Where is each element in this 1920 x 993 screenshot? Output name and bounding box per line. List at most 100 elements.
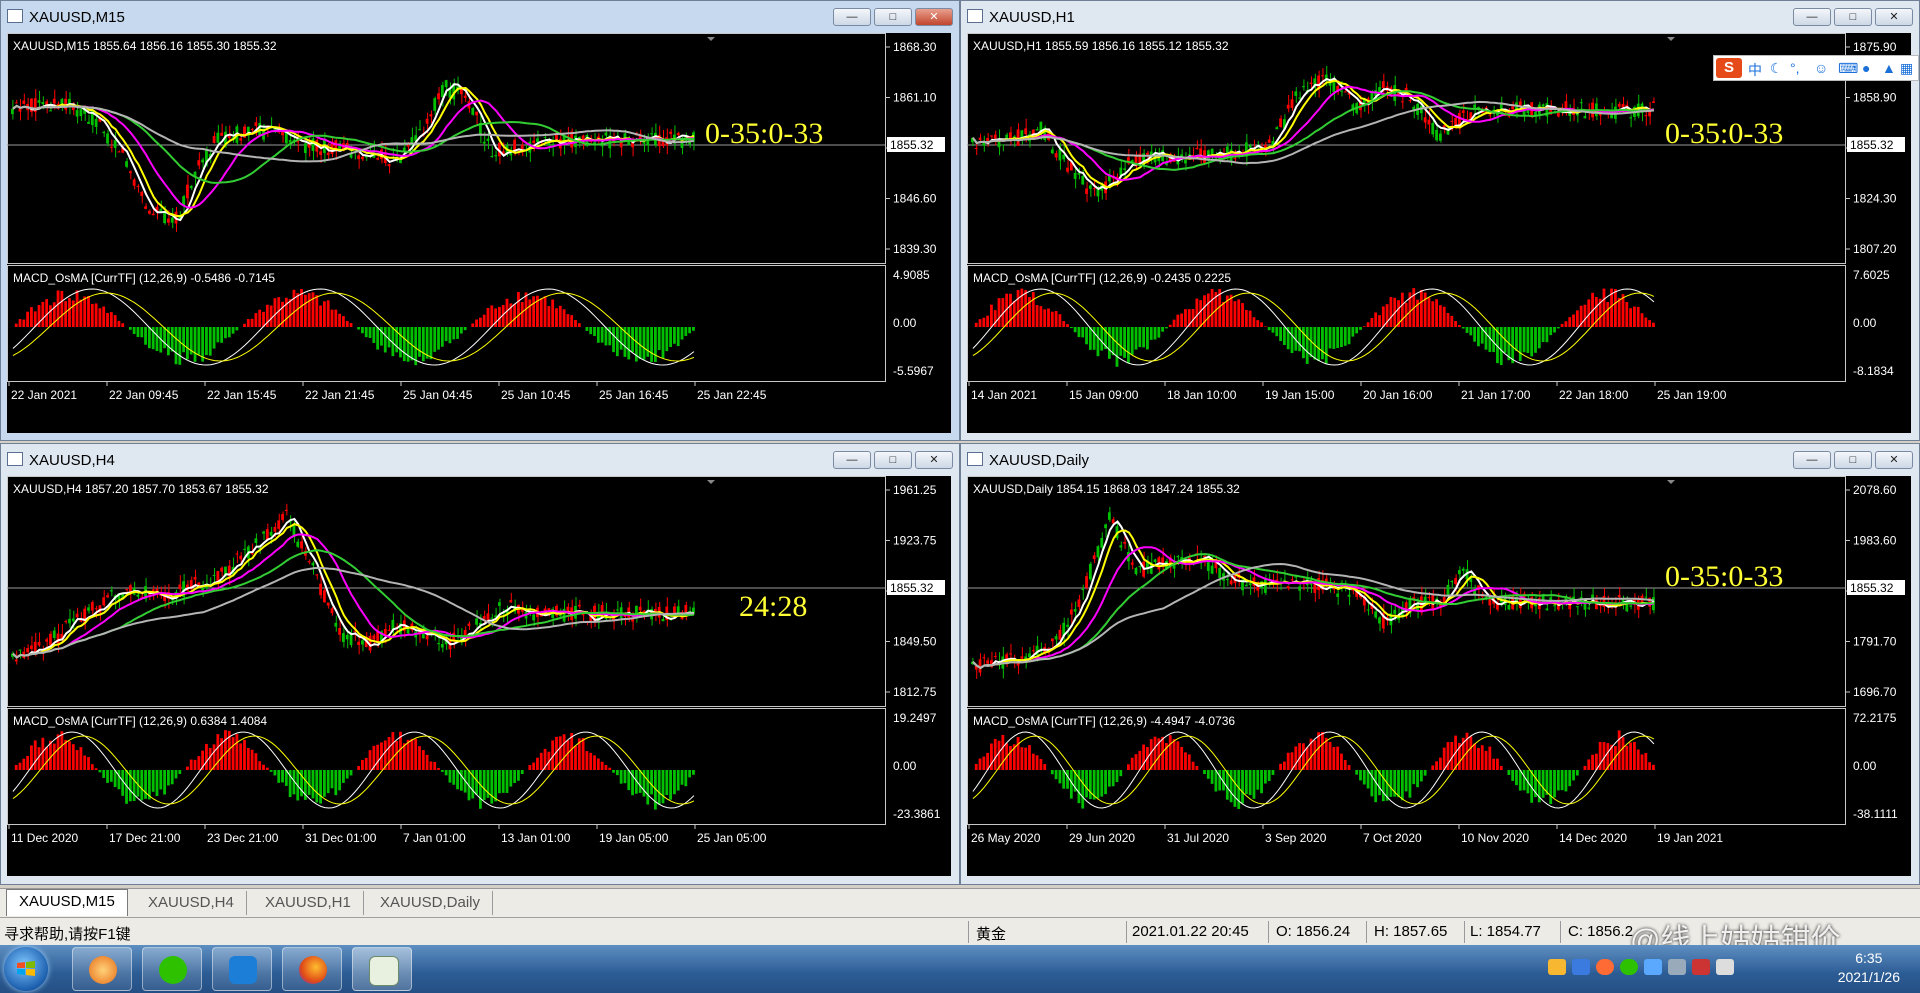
candle-body (1290, 579, 1294, 581)
start-button[interactable] (4, 947, 48, 991)
chart-info: XAUUSD,Daily 1854.15 1868.03 1847.24 185… (973, 482, 1240, 496)
candle-body (1343, 91, 1347, 93)
taskbar-app-wechat[interactable] (142, 947, 202, 991)
macd-histogram-bar (1279, 763, 1282, 770)
chart-window-m15[interactable]: XAUUSD,M15 —□✕ 1868.301861.101853.801846… (0, 0, 960, 441)
candle-body (106, 133, 109, 144)
price-chart[interactable]: 2078.601983.601888.601791.701696.701855.… (967, 476, 1911, 876)
menu-grid-icon[interactable]: ▦ (1900, 60, 1913, 77)
punctuation-icon[interactable]: °, (1790, 60, 1800, 76)
tab-xauusd-m15[interactable]: XAUUSD,M15 (6, 889, 128, 916)
title-bar[interactable]: XAUUSD,H4 — □ ✕ (1, 444, 959, 476)
macd-tick-label: 0.00 (893, 759, 917, 773)
macd-histogram-bar (1629, 742, 1633, 770)
title-bar[interactable]: XAUUSD,M15 — □ ✕ (1, 1, 959, 33)
price-chart[interactable]: 1868.301861.101853.801846.601839.301855.… (7, 33, 951, 433)
candle-body (1028, 653, 1031, 658)
taskbar-app-firefox[interactable] (282, 947, 342, 991)
chart-window-h4[interactable]: XAUUSD,H4 —□✕ 1961.251923.751887.001849.… (0, 443, 960, 885)
minimize-button[interactable]: — (833, 8, 871, 26)
close-button[interactable]: ✕ (915, 8, 953, 26)
volume-muted-icon[interactable] (1692, 959, 1710, 975)
macd-histogram-bar (1427, 297, 1431, 327)
macd-histogram-bar (653, 327, 657, 362)
close-button[interactable]: ✕ (1875, 451, 1913, 469)
system-clock[interactable]: 6:35 2021/1/26 (1838, 949, 1900, 987)
macd-histogram-bar (1488, 746, 1492, 770)
chart-window-icon (7, 9, 23, 23)
time-tick-label: 15 Jan 09:00 (1069, 388, 1139, 402)
macd-histogram-bar (1066, 324, 1069, 327)
macd-histogram-bar (1047, 308, 1050, 327)
system-tray: 6:35 2021/1/26 (1540, 945, 1920, 993)
price-tick-label: 1839.30 (893, 242, 937, 256)
candle-body (189, 186, 193, 189)
macd-histogram-bar (1229, 294, 1233, 327)
shield-icon[interactable] (1644, 959, 1662, 975)
microphone-icon[interactable]: ● (1862, 60, 1870, 76)
taskbar-app-trading-terminal[interactable] (352, 947, 412, 991)
emoji-icon[interactable]: ☺ (1814, 60, 1828, 76)
tab-xauusd-h1[interactable]: XAUUSD,H1 (253, 891, 364, 915)
wechat-tray-icon[interactable] (1620, 959, 1638, 975)
title-bar[interactable]: XAUUSD,H1 — □ ✕ (961, 1, 1919, 33)
candle-body (87, 607, 90, 611)
macd-histogram-bar (1214, 770, 1218, 792)
candle-body (90, 602, 94, 611)
minimize-button[interactable]: — (1793, 8, 1831, 26)
macd-histogram-bar (1564, 321, 1568, 327)
signal-icon[interactable] (1716, 959, 1734, 975)
macd-histogram-bar (1241, 770, 1244, 804)
macd-histogram-bar (1556, 770, 1560, 791)
keyboard-icon[interactable]: ⌨ (1838, 60, 1858, 77)
macd-histogram-bar (349, 323, 353, 327)
candle-body (106, 595, 109, 598)
candle-body (661, 618, 665, 622)
maximize-button[interactable]: □ (874, 8, 912, 26)
moon-icon[interactable]: ☾ (1770, 60, 1783, 77)
taskbar-app-notes[interactable] (212, 947, 272, 991)
skin-icon[interactable]: ▲ (1882, 60, 1896, 76)
tab-xauusd-h4[interactable]: XAUUSD,H4 (136, 891, 247, 915)
bar-countdown: 0-35:0-33 (1665, 117, 1783, 150)
candle-body (334, 622, 338, 627)
candle-body (486, 138, 490, 141)
macd-histogram-bar (235, 327, 239, 331)
ime-lang-toggle[interactable]: 中 (1748, 60, 1762, 80)
tray-app-icon[interactable] (1596, 959, 1614, 975)
taskbar-app-browser[interactable] (72, 947, 132, 991)
macd-histogram-bar (1640, 313, 1644, 327)
price-chart[interactable]: 1961.251923.751887.001849.501812.751855.… (7, 476, 951, 876)
tray-app-icon[interactable] (1572, 959, 1590, 975)
sogou-logo-icon[interactable]: S (1716, 58, 1742, 78)
candle-body (1100, 537, 1104, 548)
close-button[interactable]: ✕ (915, 451, 953, 469)
macd-histogram-bar (585, 751, 589, 770)
maximize-button[interactable]: □ (1834, 451, 1872, 469)
candle-body (212, 136, 216, 143)
macd-histogram-bar (265, 767, 269, 770)
minimize-button[interactable]: — (833, 451, 871, 469)
price-chart[interactable]: 1875.901858.901841.401824.301807.201855.… (967, 33, 1911, 433)
close-button[interactable]: ✕ (1875, 8, 1913, 26)
macd-histogram-bar (186, 327, 189, 360)
pen-icon (229, 956, 257, 984)
network-icon[interactable] (1668, 959, 1686, 975)
chart-window-daily[interactable]: XAUUSD,Daily —□✕ 2078.601983.601888.6017… (960, 443, 1920, 885)
macd-histogram-bar (692, 327, 695, 331)
macd-histogram-bar (1263, 770, 1267, 784)
macd-histogram-bar (208, 327, 212, 356)
macd-histogram-bar (604, 764, 608, 770)
maximize-button[interactable]: □ (874, 451, 912, 469)
minimize-button[interactable]: — (1793, 451, 1831, 469)
tray-app-icon[interactable] (1548, 959, 1566, 975)
tab-xauusd-daily[interactable]: XAUUSD,Daily (368, 891, 494, 915)
macd-histogram-bar (1336, 327, 1340, 348)
title-bar[interactable]: XAUUSD,Daily — □ ✕ (961, 444, 1919, 476)
macd-histogram-bar (1477, 327, 1480, 347)
ime-toolbar[interactable]: S 中 ☾ °, ☺ ⌨ ● ▲ ▦ (1713, 55, 1919, 81)
maximize-button[interactable]: □ (1834, 8, 1872, 26)
macd-histogram-bar (197, 756, 201, 770)
candle-body (170, 217, 174, 223)
candle-body (64, 621, 68, 623)
